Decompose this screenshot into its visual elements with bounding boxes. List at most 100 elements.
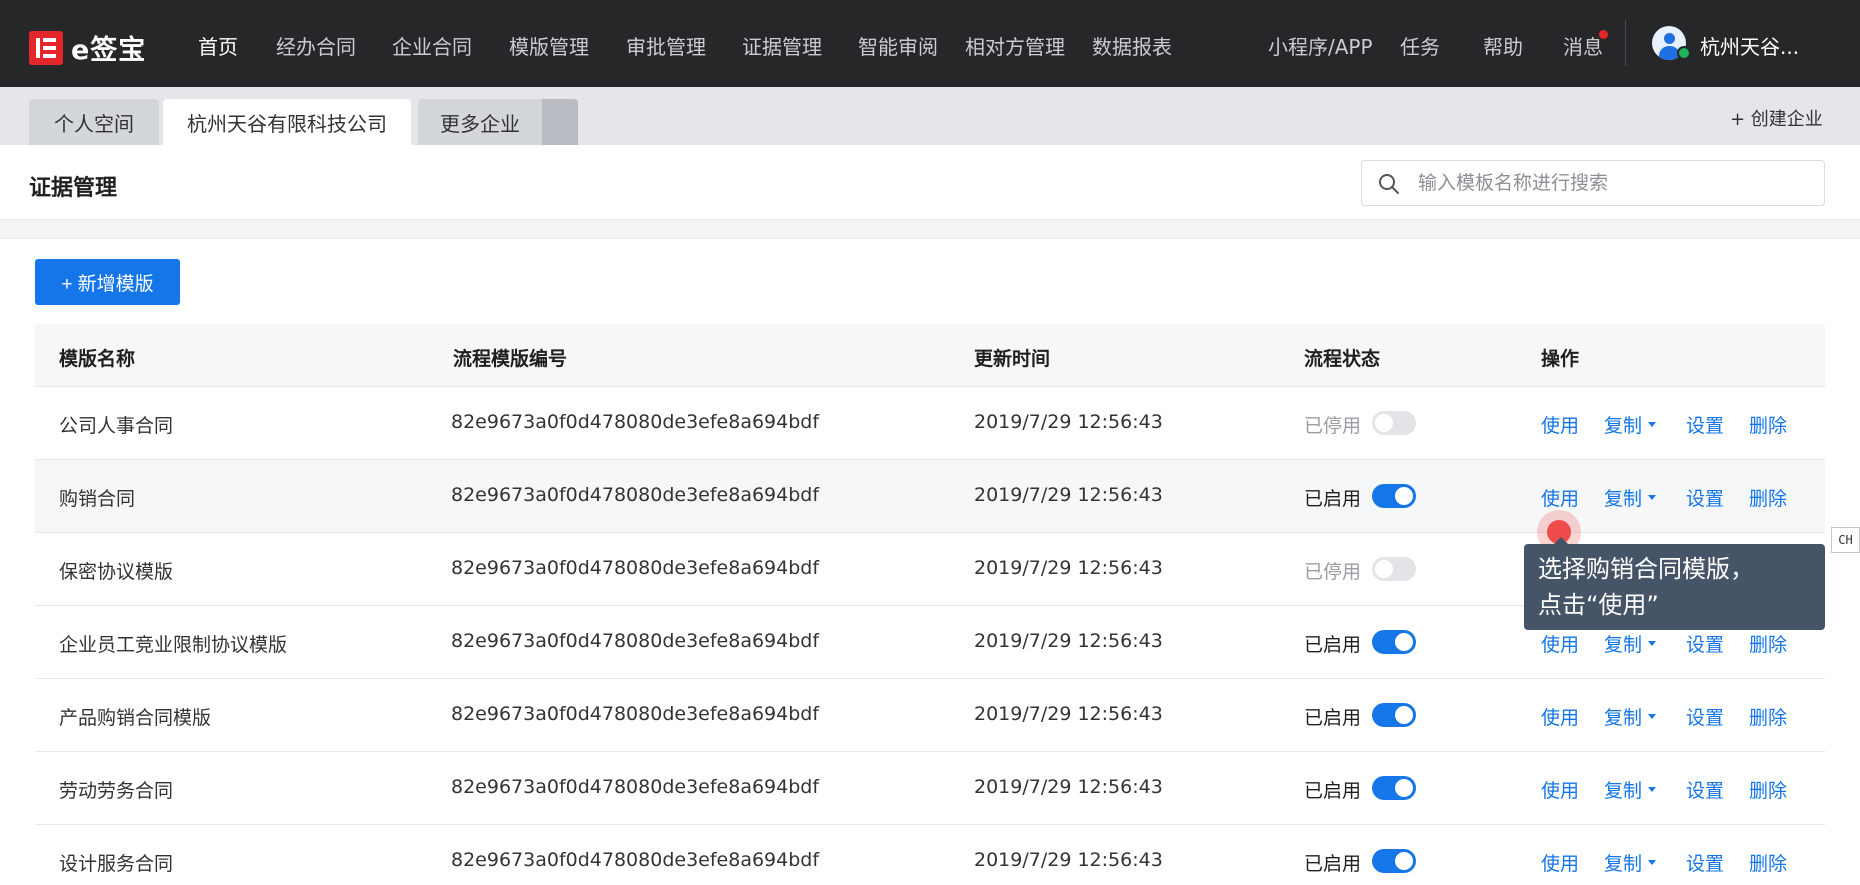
status-label: 已停用 bbox=[1304, 561, 1362, 583]
copy-button[interactable]: 复制 bbox=[1604, 630, 1657, 657]
column-header-template-name: 模版名称 bbox=[59, 348, 136, 370]
template-search-box[interactable] bbox=[1361, 160, 1825, 206]
nav-item-handled-contracts[interactable]: 经办合同 bbox=[276, 31, 356, 60]
status-label: 已停用 bbox=[1304, 415, 1362, 437]
update-time-cell: 2019/7/29 12:56:43 bbox=[974, 484, 1163, 506]
update-time-cell: 2019/7/29 12:56:43 bbox=[974, 411, 1163, 433]
status-toggle[interactable] bbox=[1372, 557, 1416, 581]
settings-button[interactable]: 设置 bbox=[1686, 484, 1724, 511]
template-id-cell: 82e9673a0f0d478080de3efe8a694bdf bbox=[451, 557, 820, 579]
use-button[interactable]: 使用 bbox=[1541, 484, 1579, 511]
user-name[interactable]: 杭州天谷... bbox=[1700, 31, 1799, 60]
delete-button[interactable]: 删除 bbox=[1749, 849, 1787, 876]
settings-button[interactable]: 设置 bbox=[1686, 411, 1724, 438]
delete-button[interactable]: 删除 bbox=[1749, 484, 1787, 511]
tooltip-line-1: 选择购销合同模版， bbox=[1538, 555, 1754, 583]
settings-button[interactable]: 设置 bbox=[1686, 776, 1724, 803]
status-toggle[interactable] bbox=[1372, 776, 1416, 800]
guide-tooltip: 选择购销合同模版， 点击“使用” bbox=[1524, 544, 1825, 630]
brand-name: e签宝 bbox=[71, 35, 147, 66]
tab-more-dropdown[interactable] bbox=[542, 99, 578, 145]
verified-badge-icon bbox=[1677, 46, 1691, 60]
settings-button[interactable]: 设置 bbox=[1686, 703, 1724, 730]
nav-messages[interactable]: 消息 bbox=[1563, 31, 1603, 60]
copy-button[interactable]: 复制 bbox=[1604, 484, 1657, 511]
copy-button[interactable]: 复制 bbox=[1604, 776, 1657, 803]
use-button[interactable]: 使用 bbox=[1541, 703, 1579, 730]
update-time-cell: 2019/7/29 12:56:43 bbox=[974, 703, 1163, 725]
tab-enterprise-hangzhou-tiangu[interactable]: 杭州天谷有限科技公司 bbox=[163, 99, 411, 145]
column-header-actions: 操作 bbox=[1541, 348, 1580, 370]
brand-logo[interactable]: e签宝 bbox=[29, 28, 146, 67]
template-name-cell: 企业员工竞业限制协议模版 bbox=[59, 634, 288, 656]
template-id-cell: 82e9673a0f0d478080de3efe8a694bdf bbox=[451, 484, 820, 506]
template-name-cell: 公司人事合同 bbox=[59, 415, 174, 437]
use-button[interactable]: 使用 bbox=[1541, 849, 1579, 876]
tooltip-line-2: 点击“使用” bbox=[1538, 591, 1659, 619]
add-template-button[interactable]: + 新增模版 bbox=[35, 259, 180, 305]
status-label: 已启用 bbox=[1304, 488, 1362, 510]
status-toggle[interactable] bbox=[1372, 703, 1416, 727]
ime-indicator: CH bbox=[1831, 527, 1860, 553]
delete-button[interactable]: 删除 bbox=[1749, 776, 1787, 803]
create-enterprise-button[interactable]: + 创建企业 bbox=[1730, 105, 1823, 131]
status-toggle[interactable] bbox=[1372, 849, 1416, 873]
nav-item-data-reports[interactable]: 数据报表 bbox=[1092, 31, 1172, 60]
caret-down-icon bbox=[1648, 641, 1657, 646]
workspace-tab-strip: 个人空间 杭州天谷有限科技公司 更多企业 bbox=[0, 87, 1860, 145]
column-header-update-time: 更新时间 bbox=[974, 348, 1051, 370]
nav-miniprogram-app[interactable]: 小程序/APP bbox=[1268, 31, 1373, 60]
caret-down-icon bbox=[1648, 422, 1657, 427]
nav-item-approval-management[interactable]: 审批管理 bbox=[626, 31, 706, 60]
nav-item-counterparty-management[interactable]: 相对方管理 bbox=[965, 31, 1065, 60]
table-row: 设计服务合同 82e9673a0f0d478080de3efe8a694bdf … bbox=[35, 825, 1825, 885]
nav-divider bbox=[1625, 20, 1626, 66]
update-time-cell: 2019/7/29 12:56:43 bbox=[974, 630, 1163, 652]
copy-button[interactable]: 复制 bbox=[1604, 703, 1657, 730]
settings-button[interactable]: 设置 bbox=[1686, 849, 1724, 876]
update-time-cell: 2019/7/29 12:56:43 bbox=[974, 557, 1163, 579]
top-navigation-bar: e签宝 首页 经办合同 企业合同 模版管理 审批管理 证据管理 智能审阅 相对方… bbox=[0, 0, 1860, 87]
use-button[interactable]: 使用 bbox=[1541, 630, 1579, 657]
table-row: 产品购销合同模版 82e9673a0f0d478080de3efe8a694bd… bbox=[35, 679, 1825, 752]
column-header-status: 流程状态 bbox=[1304, 348, 1381, 370]
caret-down-icon bbox=[1648, 860, 1657, 865]
status-toggle[interactable] bbox=[1372, 411, 1416, 435]
settings-button[interactable]: 设置 bbox=[1686, 630, 1724, 657]
tab-personal-space[interactable]: 个人空间 bbox=[29, 99, 159, 145]
caret-down-icon bbox=[1648, 714, 1657, 719]
nav-tasks[interactable]: 任务 bbox=[1400, 31, 1440, 60]
template-name-cell: 设计服务合同 bbox=[59, 853, 174, 875]
status-toggle[interactable] bbox=[1372, 484, 1416, 508]
use-button[interactable]: 使用 bbox=[1541, 776, 1579, 803]
status-label: 已启用 bbox=[1304, 853, 1362, 875]
update-time-cell: 2019/7/29 12:56:43 bbox=[974, 776, 1163, 798]
delete-button[interactable]: 删除 bbox=[1749, 703, 1787, 730]
nav-item-smart-review[interactable]: 智能审阅 bbox=[858, 31, 938, 60]
nav-item-enterprise-contracts[interactable]: 企业合同 bbox=[392, 31, 472, 60]
nav-item-template-management[interactable]: 模版管理 bbox=[509, 31, 589, 60]
template-name-cell: 产品购销合同模版 bbox=[59, 707, 212, 729]
copy-button[interactable]: 复制 bbox=[1604, 849, 1657, 876]
nav-item-home[interactable]: 首页 bbox=[198, 31, 238, 60]
template-id-cell: 82e9673a0f0d478080de3efe8a694bdf bbox=[451, 703, 820, 725]
template-id-cell: 82e9673a0f0d478080de3efe8a694bdf bbox=[451, 849, 820, 871]
search-icon bbox=[1379, 174, 1399, 194]
table-row: 劳动劳务合同 82e9673a0f0d478080de3efe8a694bdf … bbox=[35, 752, 1825, 825]
template-search-input[interactable] bbox=[1418, 161, 1818, 205]
caret-down-icon bbox=[1648, 787, 1657, 792]
template-id-cell: 82e9673a0f0d478080de3efe8a694bdf bbox=[451, 411, 820, 433]
tab-more-enterprises[interactable]: 更多企业 bbox=[418, 99, 542, 145]
table-row: 公司人事合同 82e9673a0f0d478080de3efe8a694bdf … bbox=[35, 387, 1825, 460]
nav-help[interactable]: 帮助 bbox=[1483, 31, 1523, 60]
copy-button[interactable]: 复制 bbox=[1604, 411, 1657, 438]
status-label: 已启用 bbox=[1304, 707, 1362, 729]
delete-button[interactable]: 删除 bbox=[1749, 411, 1787, 438]
table-header: 模版名称 流程模版编号 更新时间 流程状态 操作 bbox=[35, 324, 1825, 387]
nav-item-evidence-management[interactable]: 证据管理 bbox=[742, 31, 822, 60]
template-id-cell: 82e9673a0f0d478080de3efe8a694bdf bbox=[451, 776, 820, 798]
use-button[interactable]: 使用 bbox=[1541, 411, 1579, 438]
status-toggle[interactable] bbox=[1372, 630, 1416, 654]
delete-button[interactable]: 删除 bbox=[1749, 630, 1787, 657]
template-id-cell: 82e9673a0f0d478080de3efe8a694bdf bbox=[451, 630, 820, 652]
